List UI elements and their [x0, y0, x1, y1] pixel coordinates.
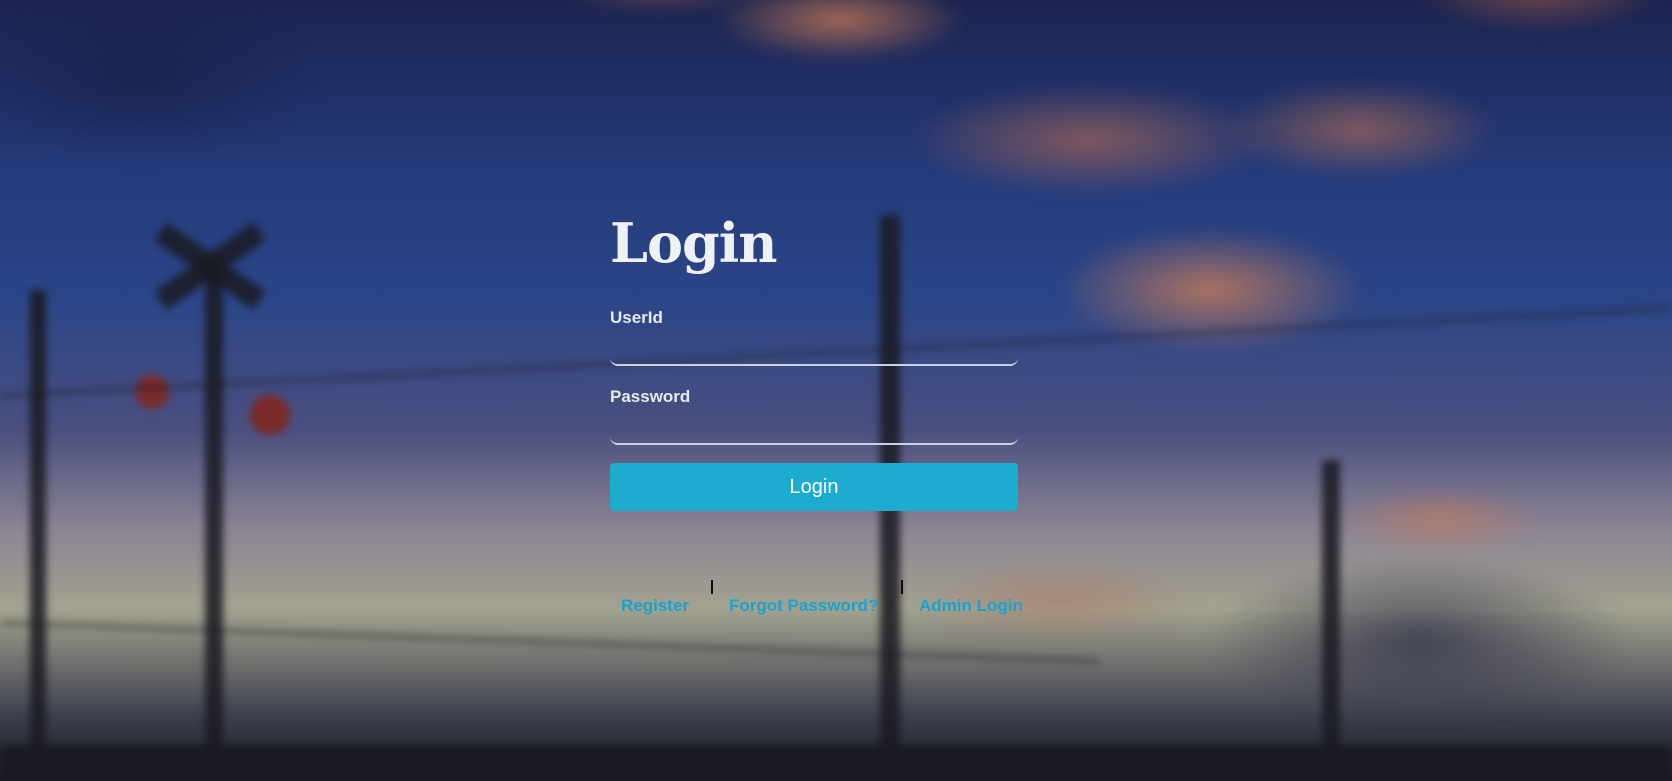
background-ground [0, 745, 1672, 781]
userid-input[interactable] [610, 332, 1018, 366]
login-form: Login UserId Password Login [610, 216, 1018, 511]
background-pole-left [30, 290, 46, 770]
background-wire-2 [0, 620, 1100, 664]
register-link[interactable]: Register [621, 596, 689, 616]
login-title: Login [610, 211, 778, 275]
password-input[interactable] [610, 411, 1018, 445]
background-crossing-post [205, 270, 223, 770]
background-pole-right [1322, 460, 1340, 781]
background-lamp-left [135, 375, 169, 409]
auth-links: Register Forgot Password? Admin Login [610, 578, 1050, 618]
background-lamp-right [250, 395, 290, 435]
admin-login-link[interactable]: Admin Login [919, 596, 1023, 616]
forgot-password-link[interactable]: Forgot Password? [729, 596, 878, 616]
password-label: Password [610, 387, 691, 406]
link-separator [901, 580, 903, 594]
link-separator [711, 580, 713, 594]
login-button[interactable]: Login [610, 463, 1018, 511]
userid-label: UserId [610, 308, 663, 327]
